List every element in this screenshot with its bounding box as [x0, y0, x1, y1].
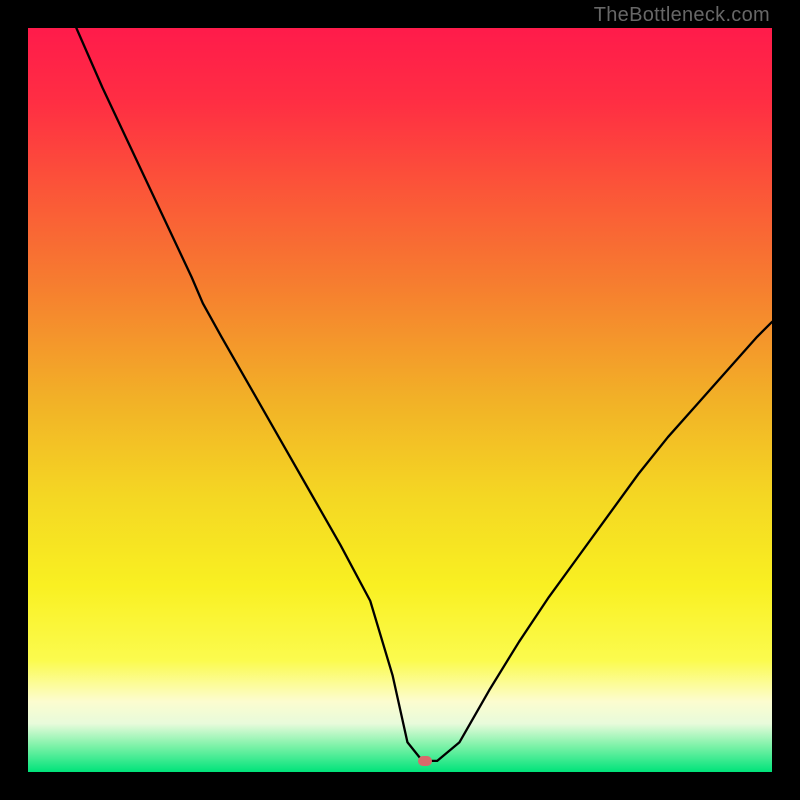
chart-frame: TheBottleneck.com — [0, 0, 800, 800]
watermark-text: TheBottleneck.com — [594, 4, 770, 27]
balance-marker — [418, 756, 432, 766]
bottleneck-curve — [28, 28, 772, 772]
plot-area — [28, 28, 772, 772]
